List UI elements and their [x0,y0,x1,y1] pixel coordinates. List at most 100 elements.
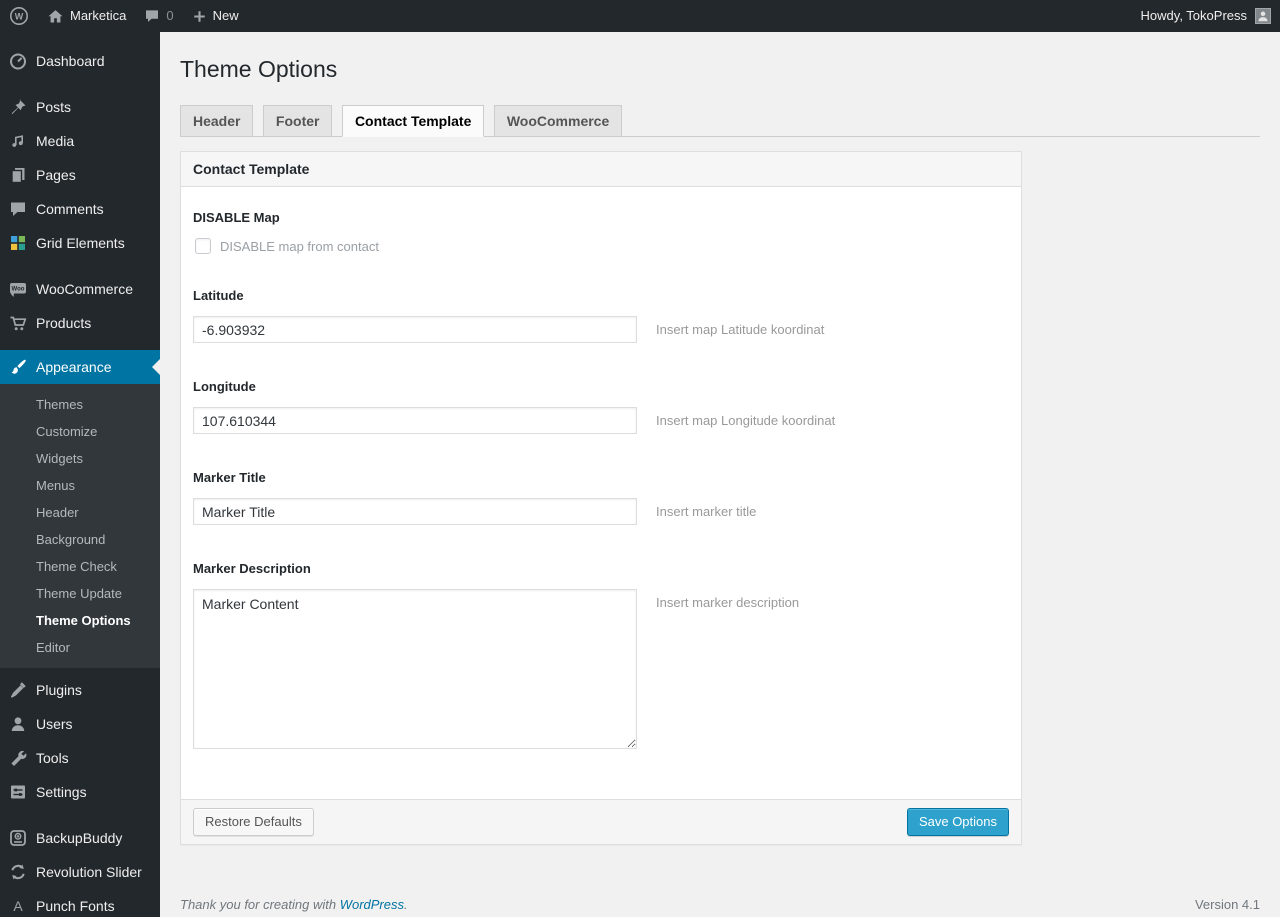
avatar [1255,8,1271,24]
new-label: New [212,8,239,23]
disable-map-field: DISABLE map from contact [193,238,1009,254]
marker-description-textarea[interactable]: Marker Content [193,589,637,749]
panel-footer: Restore Defaults Save Options [181,799,1021,844]
disable-map-label: DISABLE Map [193,210,280,225]
submenu-item-customize[interactable]: Customize [0,418,160,445]
sidebar-item-grid-elements[interactable]: Grid Elements [0,226,160,260]
submenu-item-menus[interactable]: Menus [0,472,160,499]
submenu-item-theme-update[interactable]: Theme Update [0,580,160,607]
sidebar-item-punch-fonts[interactable]: A Punch Fonts [0,889,160,917]
admin-bar-left: W Marketica 0 New [0,0,248,32]
sidebar-item-users[interactable]: Users [0,707,160,741]
longitude-hint: Insert map Longitude koordinat [656,413,836,428]
submenu-item-background[interactable]: Background [0,526,160,553]
sidebar-item-media[interactable]: Media [0,124,160,158]
site-name-menu[interactable]: Marketica [38,0,135,32]
marker-title-hint: Insert marker title [656,504,757,519]
marker-title-input[interactable] [193,498,637,525]
sidebar-item-comments[interactable]: Comments [0,192,160,226]
wordpress-link[interactable]: WordPress [340,897,404,912]
version-label: Version 4.1 [1194,897,1260,912]
plugin-icon [0,680,36,700]
footer-period: . [404,897,408,912]
page-footer: Thank you for creating with WordPress. V… [180,897,1260,912]
admin-sidebar: Dashboard Posts Media Pages Comments Gri… [0,32,160,917]
restore-defaults-button[interactable]: Restore Defaults [193,808,314,836]
latitude-field: Insert map Latitude koordinat [193,316,1009,343]
longitude-input[interactable] [193,407,637,434]
sidebar-item-woocommerce[interactable]: Woo WooCommerce [0,272,160,306]
wordpress-logo-menu[interactable]: W [0,0,38,32]
submenu-item-theme-check[interactable]: Theme Check [0,553,160,580]
submenu-item-header[interactable]: Header [0,499,160,526]
home-icon [47,8,64,25]
sidebar-item-revolution-slider[interactable]: Revolution Slider [0,855,160,889]
page-title: Theme Options [180,56,338,82]
wordpress-logo-icon: W [9,6,29,26]
main-content: Theme Options Header Footer Contact Temp… [160,32,1280,917]
latitude-hint: Insert map Latitude koordinat [656,322,825,337]
sidebar-item-plugins[interactable]: Plugins [0,673,160,707]
menu-separator [0,809,160,821]
user-icon [0,714,36,734]
svg-text:A: A [13,898,23,914]
my-account-menu[interactable]: Howdy, TokoPress [1132,0,1280,32]
options-panel: Contact Template DISABLE Map DISABLE map… [180,151,1022,845]
sidebar-item-appearance[interactable]: Appearance [0,350,160,384]
new-content-menu[interactable]: New [183,0,248,32]
tab-footer[interactable]: Footer [262,105,333,137]
comment-icon [0,199,36,219]
marker-description-field: Marker Content Insert marker description [193,589,1009,749]
menu-separator [0,260,160,272]
submenu-item-themes[interactable]: Themes [0,391,160,418]
sidebar-item-posts[interactable]: Posts [0,90,160,124]
settings-icon [0,782,36,802]
sidebar-item-dashboard[interactable]: Dashboard [0,44,160,78]
grid-elements-icon [0,233,36,253]
marker-title-label: Marker Title [193,470,266,485]
latitude-label: Latitude [193,288,244,303]
sidebar-item-backupbuddy[interactable]: BackupBuddy [0,821,160,855]
pushpin-icon [0,97,36,117]
howdy-label: Howdy, TokoPress [1140,8,1247,23]
svg-text:W: W [15,12,24,22]
backup-icon [0,828,36,848]
longitude-field: Insert map Longitude koordinat [193,407,1009,434]
tab-contact-template[interactable]: Contact Template [341,105,485,137]
disable-map-checkbox[interactable] [195,238,211,254]
sidebar-item-tools[interactable]: Tools [0,741,160,775]
admin-bar: W Marketica 0 New Howdy, TokoPress [0,0,1280,32]
sidebar-item-settings[interactable]: Settings [0,775,160,809]
marker-title-field: Insert marker title [193,498,1009,525]
submenu-item-widgets[interactable]: Widgets [0,445,160,472]
latitude-input[interactable] [193,316,637,343]
tab-header[interactable]: Header [180,105,254,137]
admin-bar-right: Howdy, TokoPress [1132,0,1280,32]
pages-icon [0,165,36,185]
submenu-item-editor[interactable]: Editor [0,634,160,661]
longitude-label: Longitude [193,379,256,394]
current-menu-arrow [144,359,160,375]
comment-bubble-icon [144,8,160,24]
paintbrush-icon [0,357,36,377]
panel-heading: Contact Template [181,152,1021,187]
menu-separator [0,78,160,90]
sidebar-item-products[interactable]: Products [0,306,160,340]
svg-text:Woo: Woo [12,287,25,293]
media-icon [0,131,36,151]
wordpress-admin: W Marketica 0 New Howdy, TokoPress Dashb… [0,0,1280,917]
disable-map-checkbox-label: DISABLE map from contact [220,238,379,254]
appearance-submenu: Themes Customize Widgets Menus Header Ba… [0,384,160,668]
dashboard-icon [0,51,36,71]
letter-a-icon: A [0,896,36,916]
submenu-item-theme-options[interactable]: Theme Options [0,607,160,634]
comment-count: 0 [166,8,174,23]
marker-description-label: Marker Description [193,561,311,576]
panel-body: DISABLE Map DISABLE map from contact Lat… [181,187,1021,799]
tab-woocommerce[interactable]: WooCommerce [493,105,623,137]
sidebar-item-pages[interactable]: Pages [0,158,160,192]
save-options-button[interactable]: Save Options [906,808,1009,836]
menu-separator [0,340,160,350]
refresh-icon [0,862,36,882]
comments-menu[interactable]: 0 [135,0,182,32]
